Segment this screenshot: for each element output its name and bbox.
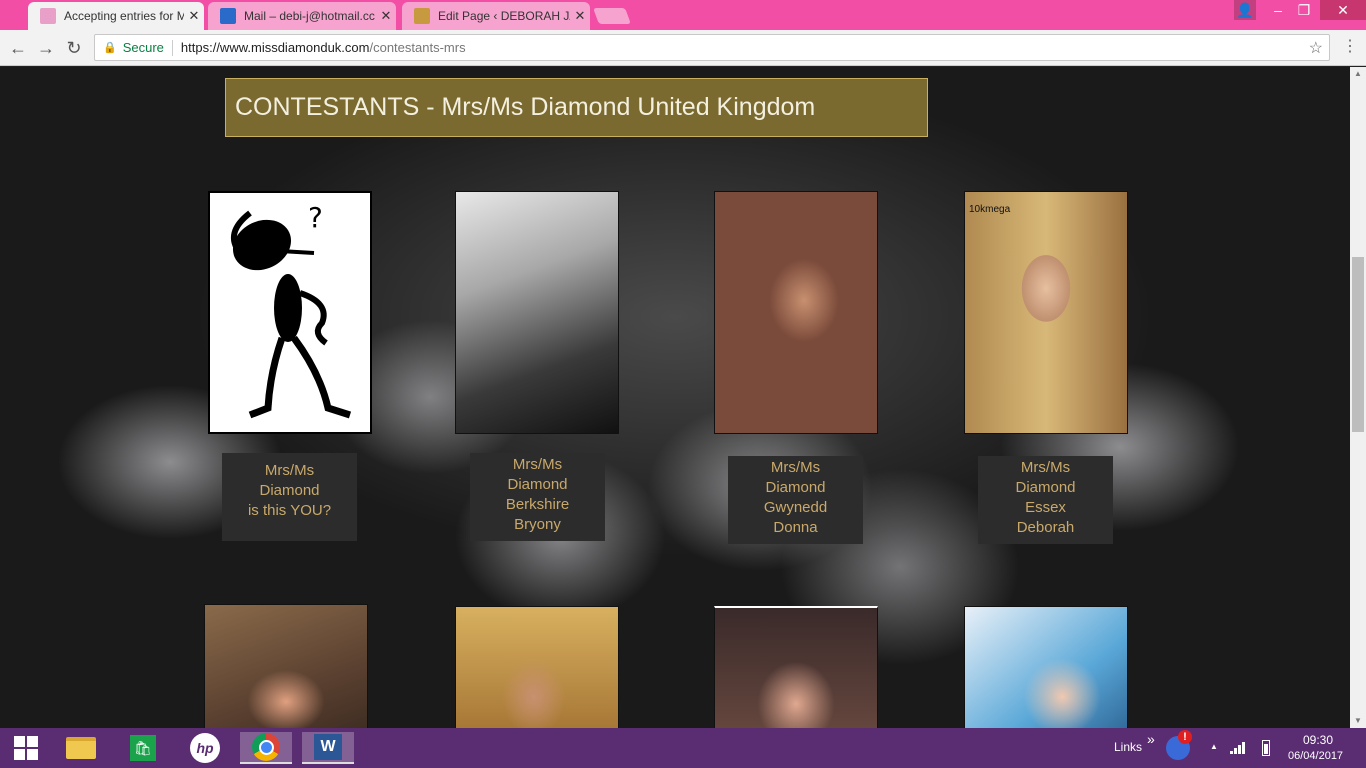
- caption-line: Donna: [773, 519, 818, 536]
- user-profile-icon[interactable]: 👤: [1234, 0, 1256, 20]
- reload-button[interactable]: ↻: [62, 36, 86, 60]
- caption-line: Bryony: [514, 516, 561, 533]
- tab-accepting-entries[interactable]: Accepting entries for Mis ✕: [28, 2, 204, 30]
- clock-date[interactable]: 06/04/2017: [1288, 750, 1343, 762]
- browser-menu-icon[interactable]: ⋮: [1342, 36, 1358, 56]
- windows-logo-icon: [14, 736, 38, 760]
- start-button[interactable]: [0, 732, 52, 764]
- tab-close-icon[interactable]: ✕: [184, 8, 204, 24]
- contestant-caption[interactable]: Mrs/Ms Diamond Berkshire Bryony: [470, 453, 605, 541]
- caption-line: Diamond: [1015, 479, 1076, 496]
- caption-line: Mrs/Ms: [770, 459, 821, 476]
- caption-line: Essex: [1025, 499, 1066, 516]
- contestant-photo-bryony[interactable]: [455, 191, 619, 434]
- update-notification-icon[interactable]: !: [1166, 730, 1192, 760]
- tab-title: Edit Page ‹ DEBORAH JA: [438, 9, 570, 23]
- new-tab-button[interactable]: [593, 8, 631, 24]
- word-taskbar-button[interactable]: W: [302, 732, 354, 764]
- caption-line: Diamond: [259, 482, 320, 499]
- scroll-up-icon[interactable]: ▲: [1350, 67, 1366, 81]
- site-favicon-icon: [40, 8, 56, 24]
- photo-watermark: 10kmega: [969, 204, 1011, 215]
- secure-label: Secure: [122, 40, 164, 55]
- contestant-photo-donna[interactable]: [714, 191, 878, 434]
- contestant-photo-deborah[interactable]: 10kmega: [964, 191, 1128, 434]
- links-toolbar-label[interactable]: Links: [1114, 740, 1142, 754]
- contestant-caption[interactable]: Mrs/Ms Diamond is this YOU?: [222, 453, 357, 541]
- caption-line: Mrs/Ms: [264, 462, 315, 479]
- svg-text:?: ?: [308, 201, 323, 234]
- tab-edit-page[interactable]: Edit Page ‹ DEBORAH JA ✕: [402, 2, 590, 30]
- folder-icon: [66, 737, 96, 759]
- hp-logo-icon: hp: [190, 733, 220, 763]
- clock-time[interactable]: 09:30: [1303, 733, 1333, 747]
- alert-badge: !: [1178, 730, 1192, 744]
- chrome-icon: [252, 733, 280, 761]
- contestant-photo-question[interactable]: ?: [208, 191, 372, 434]
- windows-taskbar: 🛍 hp W Links » ! ▲ 09:30 06/04/2017: [0, 728, 1366, 768]
- contestant-caption[interactable]: Mrs/Ms Diamond Gwynedd Donna: [728, 456, 863, 544]
- contestant-caption[interactable]: Mrs/Ms Diamond Essex Deborah: [978, 456, 1113, 544]
- back-button[interactable]: ←: [6, 36, 30, 60]
- caption-line: Diamond: [507, 476, 568, 493]
- minimize-button[interactable]: –: [1264, 0, 1292, 20]
- caption-line: Deborah: [1016, 519, 1075, 536]
- lock-icon: 🔒: [103, 42, 117, 54]
- outlook-icon: [220, 8, 236, 24]
- tab-close-icon[interactable]: ✕: [376, 8, 396, 24]
- url-path: /contestants-mrs: [369, 40, 466, 55]
- file-explorer-button[interactable]: [55, 732, 107, 764]
- browser-toolbar: ← → ↻ 🔒 Secure https://www.missdiamonduk…: [0, 30, 1366, 66]
- address-separator: [171, 39, 173, 56]
- word-icon: W: [314, 734, 342, 760]
- close-window-button[interactable]: ✕: [1320, 0, 1366, 20]
- caption-line: Berkshire: [505, 496, 570, 513]
- contestant-photo-blue-hair[interactable]: [964, 606, 1128, 728]
- store-button[interactable]: 🛍: [117, 732, 169, 764]
- hp-button[interactable]: hp: [179, 732, 231, 764]
- tab-close-icon[interactable]: ✕: [570, 8, 590, 24]
- network-signal-icon[interactable]: [1230, 742, 1246, 754]
- page-scrollbar[interactable]: ▲ ▼: [1350, 67, 1366, 728]
- scroll-down-icon[interactable]: ▼: [1350, 714, 1366, 728]
- bookmark-star-icon[interactable]: ☆: [1309, 38, 1323, 58]
- chrome-taskbar-button[interactable]: [240, 732, 292, 764]
- page-content: CONTESTANTS - Mrs/Ms Diamond United King…: [0, 67, 1350, 728]
- tab-title: Mail – debi-j@hotmail.cc: [244, 9, 375, 23]
- tab-mail[interactable]: Mail – debi-j@hotmail.cc ✕: [208, 2, 396, 30]
- forward-button[interactable]: →: [34, 36, 58, 60]
- caption-line: Mrs/Ms: [512, 456, 563, 473]
- show-hidden-icons[interactable]: ▲: [1210, 742, 1218, 751]
- battery-icon[interactable]: [1262, 740, 1270, 756]
- contestant-photo-cowboy-hat[interactable]: [204, 604, 368, 728]
- address-bar[interactable]: 🔒 Secure https://www.missdiamonduk.com /…: [94, 34, 1330, 61]
- contestant-photo-close-up[interactable]: [714, 606, 878, 728]
- thinking-man-drawing: ?: [230, 201, 352, 419]
- page-title: CONTESTANTS - Mrs/Ms Diamond United King…: [225, 78, 928, 137]
- wordpress-icon: [414, 8, 430, 24]
- caption-line: Diamond: [765, 479, 826, 496]
- store-icon: 🛍: [130, 735, 156, 761]
- caption-line: Mrs/Ms: [1020, 459, 1071, 476]
- caption-line: Gwynedd: [763, 499, 828, 516]
- restore-button[interactable]: ❐: [1290, 0, 1318, 20]
- tab-title: Accepting entries for Mis: [64, 9, 184, 23]
- url-host: https://www.missdiamonduk.com: [180, 40, 370, 55]
- links-chevron-icon[interactable]: »: [1147, 731, 1155, 747]
- caption-line: is this YOU?: [247, 502, 332, 519]
- browser-titlebar: Accepting entries for Mis ✕ Mail – debi-…: [0, 0, 1366, 30]
- scroll-thumb[interactable]: [1352, 257, 1364, 432]
- contestant-photo-smiling-woman[interactable]: [455, 606, 619, 728]
